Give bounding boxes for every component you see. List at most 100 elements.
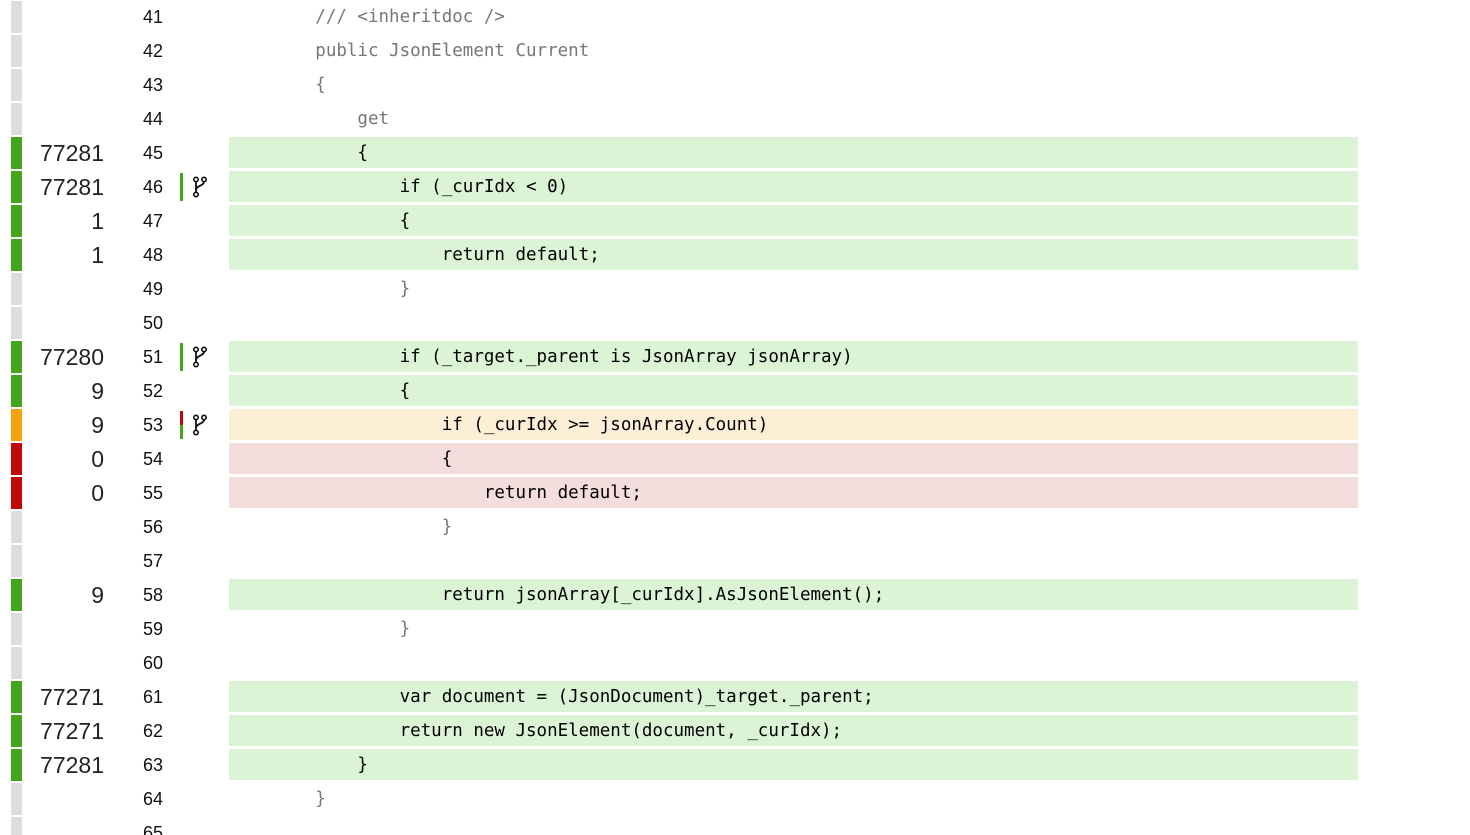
hit-count: 0	[91, 480, 104, 506]
code-text: {	[231, 75, 326, 95]
coverage-marker	[11, 273, 22, 305]
line-number: 53	[142, 415, 163, 435]
code-text: return new JsonElement(document, _curIdx…	[229, 715, 1358, 746]
code-text: get	[231, 109, 390, 129]
source-line: 59 }	[0, 612, 1470, 646]
coverage-marker	[11, 35, 22, 67]
coverage-marker	[11, 1, 22, 33]
hit-count: 77281	[40, 140, 104, 166]
line-number: 52	[142, 381, 163, 401]
code-text: {	[229, 205, 1358, 236]
source-line: 9 52 {	[0, 374, 1470, 408]
source-line: 9 53 if (_curIdx >= jsonArray.Count)	[0, 408, 1470, 442]
source-line: 41 /// <inheritdoc />	[0, 0, 1470, 34]
line-number: 44	[142, 109, 163, 129]
code-branch-icon[interactable]	[191, 346, 209, 368]
line-number: 50	[142, 313, 163, 333]
source-line: 77271 61 var document = (JsonDocument)_ta…	[0, 680, 1470, 714]
source-line: 49 }	[0, 272, 1470, 306]
code-text: }	[231, 619, 411, 639]
coverage-marker	[11, 307, 22, 339]
hit-count: 0	[91, 446, 104, 472]
coverage-source-viewer: 41 /// <inheritdoc /> 42 public JsonEleme…	[0, 0, 1470, 835]
coverage-marker	[11, 783, 22, 815]
hit-count	[22, 612, 104, 646]
code-text: return jsonArray[_curIdx].AsJsonElement(…	[229, 579, 1358, 610]
source-line: 0 54 {	[0, 442, 1470, 476]
hit-count: 1	[91, 208, 104, 234]
code-branch-icon[interactable]	[191, 176, 209, 198]
source-line: 50	[0, 306, 1470, 340]
hit-count: 1	[91, 242, 104, 268]
hit-count: 9	[91, 412, 104, 438]
line-number: 56	[142, 517, 163, 537]
coverage-marker	[11, 477, 22, 509]
code-text: {	[229, 375, 1358, 406]
hit-count	[22, 0, 104, 34]
source-line: 56 }	[0, 510, 1470, 544]
branch-coverage-bar	[180, 343, 183, 371]
code-text: if (_target._parent is JsonArray jsonArr…	[229, 341, 1358, 372]
source-line: 0 55 return default;	[0, 476, 1470, 510]
hit-count: 77271	[40, 684, 104, 710]
line-number: 60	[142, 653, 163, 673]
source-line: 64 }	[0, 782, 1470, 816]
line-number: 54	[142, 449, 163, 469]
hit-count: 9	[91, 582, 104, 608]
line-number: 41	[142, 7, 163, 27]
hit-count	[22, 816, 104, 835]
code-text: /// <inheritdoc />	[231, 7, 505, 27]
source-lines: 41 /// <inheritdoc /> 42 public JsonEleme…	[0, 0, 1470, 835]
source-line: 1 48 return default;	[0, 238, 1470, 272]
source-line: 57	[0, 544, 1470, 578]
line-number: 64	[142, 789, 163, 809]
source-line: 9 58 return jsonArray[_curIdx].AsJsonElem…	[0, 578, 1470, 612]
source-line: 65	[0, 816, 1470, 835]
code-branch-icon[interactable]	[191, 414, 209, 436]
source-line: 44 get	[0, 102, 1470, 136]
coverage-marker	[11, 137, 22, 169]
coverage-marker	[11, 205, 22, 237]
source-line: 1 47 {	[0, 204, 1470, 238]
line-number: 51	[142, 347, 163, 367]
coverage-marker	[11, 511, 22, 543]
coverage-marker	[11, 443, 22, 475]
code-text: return default;	[229, 239, 1358, 270]
hit-count: 77271	[40, 718, 104, 744]
hit-count: 77281	[40, 752, 104, 778]
line-number: 49	[142, 279, 163, 299]
coverage-marker	[11, 817, 22, 835]
line-number: 59	[142, 619, 163, 639]
hit-count	[22, 782, 104, 816]
source-line: 77281 45 {	[0, 136, 1470, 170]
line-number: 65	[142, 823, 163, 835]
code-text: var document = (JsonDocument)_target._pa…	[229, 681, 1358, 712]
coverage-marker	[11, 239, 22, 271]
coverage-marker	[11, 341, 22, 373]
code-text: }	[231, 517, 453, 537]
code-text: {	[229, 137, 1358, 168]
source-line: 77271 62 return new JsonElement(document,…	[0, 714, 1470, 748]
hit-count: 77280	[40, 344, 104, 370]
hit-count: 77281	[40, 174, 104, 200]
code-text: }	[231, 279, 411, 299]
hit-count	[22, 646, 104, 680]
hit-count	[22, 68, 104, 102]
line-number: 45	[142, 143, 163, 163]
line-number: 55	[142, 483, 163, 503]
source-line: 77281 46 if (_curIdx < 0)	[0, 170, 1470, 204]
coverage-marker	[11, 715, 22, 747]
coverage-marker	[11, 375, 22, 407]
code-text: {	[229, 443, 1358, 474]
source-line: 60	[0, 646, 1470, 680]
coverage-marker	[11, 681, 22, 713]
source-line: 42 public JsonElement Current	[0, 34, 1470, 68]
line-number: 47	[142, 211, 163, 231]
line-number: 63	[142, 755, 163, 775]
code-text: public JsonElement Current	[231, 41, 590, 61]
coverage-marker	[11, 579, 22, 611]
coverage-marker	[11, 69, 22, 101]
